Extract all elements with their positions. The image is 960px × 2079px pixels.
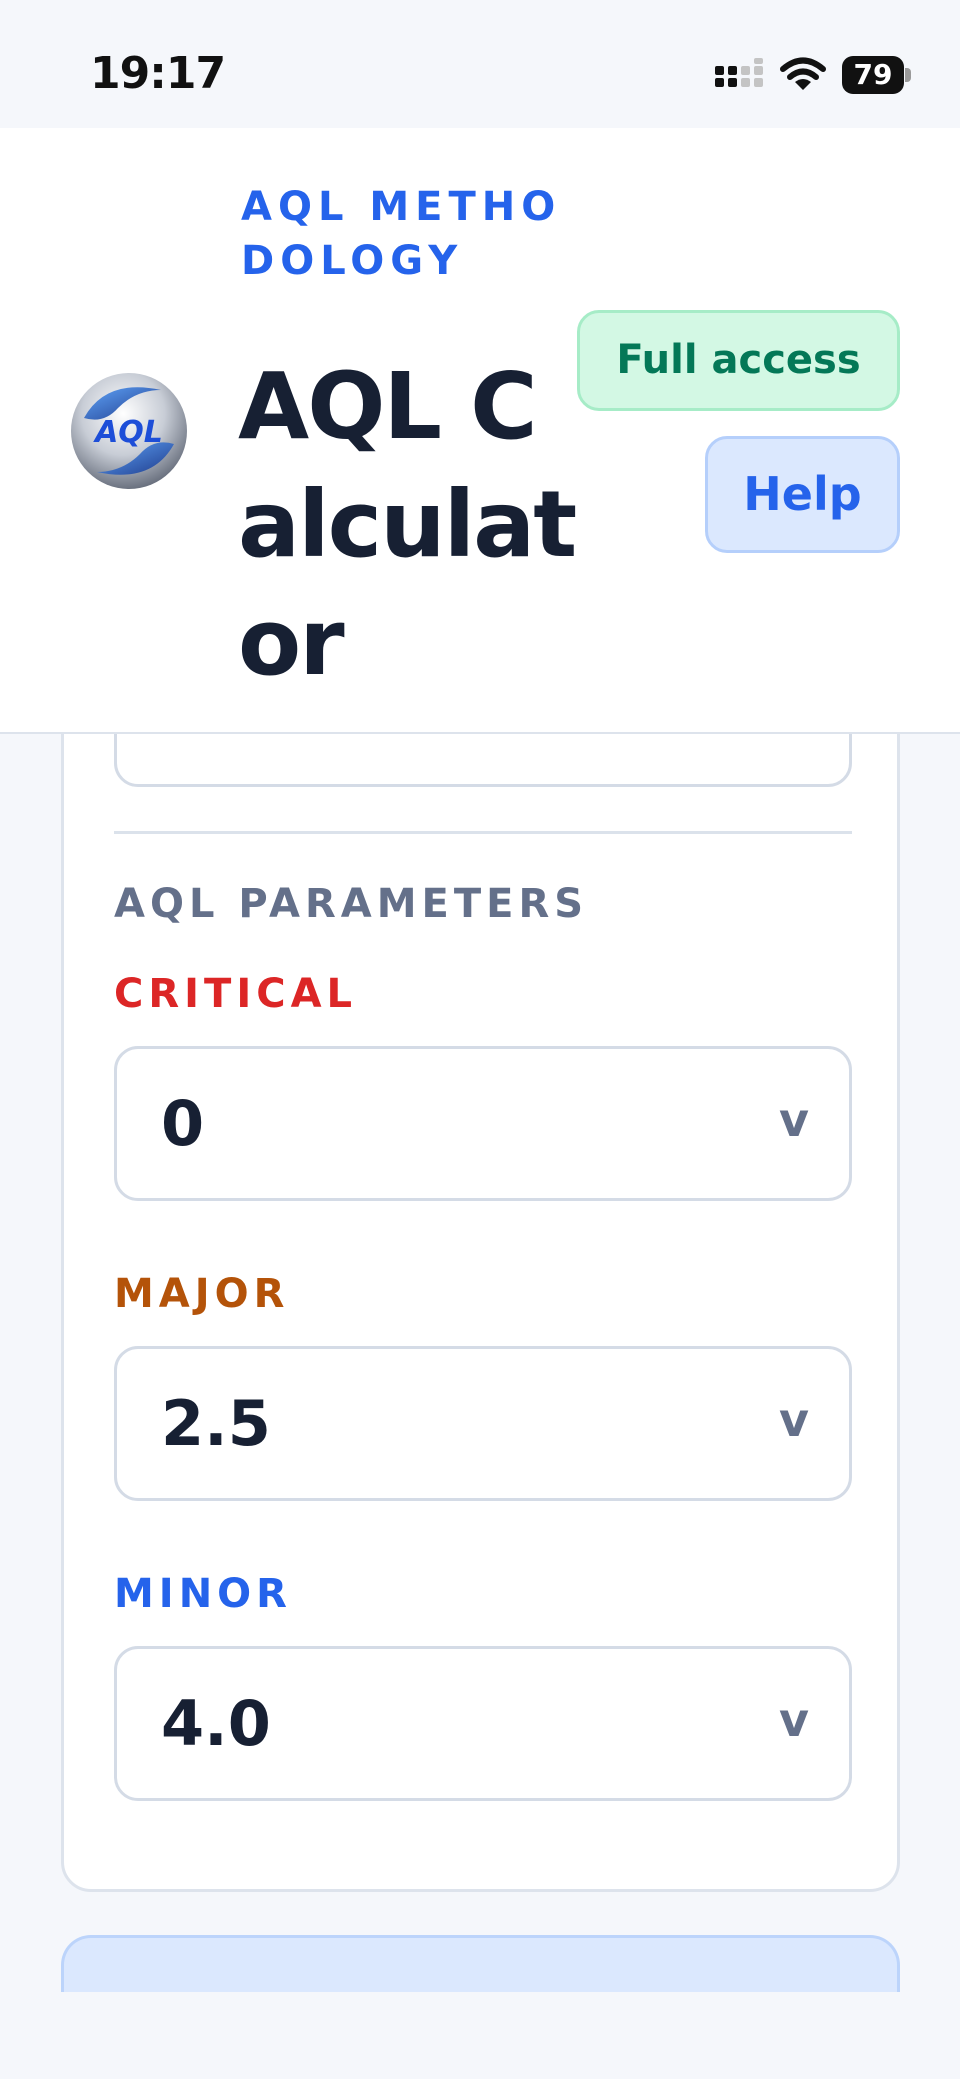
section-divider (114, 831, 852, 834)
help-button[interactable]: Help (705, 436, 900, 553)
chevron-down-icon: v (779, 1093, 809, 1147)
critical-value: 0 (161, 1087, 205, 1160)
logo-text: AQL (93, 415, 163, 450)
battery-level: 79 (842, 56, 904, 94)
battery-icon: 79 (842, 56, 911, 94)
bottom-area (0, 1992, 960, 2079)
critical-select[interactable]: 0 v (114, 1046, 852, 1201)
app-header: AQL AQL METHODOLOGY AQL Calculator Full … (0, 128, 960, 734)
aql-parameters-card: AQL PARAMETERS CRITICAL 0 v MAJOR 2.5 v … (61, 600, 900, 1892)
chevron-down-icon: v (779, 1393, 809, 1447)
chevron-down-icon: v (779, 1693, 809, 1747)
critical-label: CRITICAL (114, 971, 358, 1017)
app-eyebrow: AQL METHODOLOGY (241, 184, 562, 284)
status-time: 19:17 (90, 48, 226, 99)
minor-select[interactable]: 4.0 v (114, 1646, 852, 1801)
aql-logo: AQL (71, 373, 187, 489)
wifi-icon (780, 57, 826, 90)
minor-value: 4.0 (161, 1687, 271, 1760)
major-select[interactable]: 2.5 v (114, 1346, 852, 1501)
app-title: AQL Calculator (238, 353, 577, 696)
minor-label: MINOR (114, 1571, 292, 1617)
access-badge[interactable]: Full access (577, 310, 900, 411)
major-label: MAJOR (114, 1271, 290, 1317)
major-value: 2.5 (161, 1387, 271, 1460)
battery-cap (905, 68, 911, 82)
next-card (61, 1935, 900, 1995)
status-bar: 19:17 79 (0, 0, 960, 128)
section-heading: AQL PARAMETERS (114, 881, 589, 927)
signal-icon (715, 58, 763, 87)
